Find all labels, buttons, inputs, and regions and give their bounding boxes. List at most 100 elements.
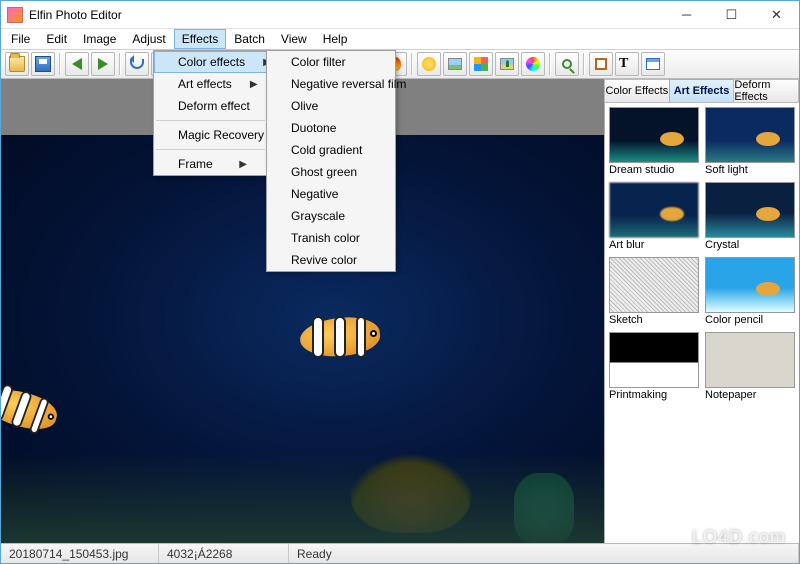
tab-deform-effects[interactable]: Deform Effects	[733, 79, 799, 102]
menu-edit[interactable]: Edit	[38, 29, 75, 49]
text-icon: T	[619, 56, 635, 72]
effects-tabs: Color EffectsArt EffectsDeform Effects	[605, 79, 799, 103]
frame-icon	[595, 58, 607, 70]
submenuitem-color-filter[interactable]: Color filter	[267, 51, 395, 73]
menu-help[interactable]: Help	[315, 29, 356, 49]
submenuitem-ghost-green[interactable]: Ghost green	[267, 161, 395, 183]
tool-undo-button[interactable]	[125, 52, 149, 76]
menuitem-magic-recovery[interactable]: Magic Recovery	[154, 124, 267, 146]
tool-save-button[interactable]	[31, 52, 55, 76]
menuitem-label: Frame	[178, 157, 213, 171]
tab-color-effects[interactable]: Color Effects	[604, 79, 670, 102]
tool-text-button[interactable]: T	[615, 52, 639, 76]
submenuitem-negative-reversal-film[interactable]: Negative reversal film	[267, 73, 395, 95]
arrow-l-icon	[72, 58, 82, 70]
effect-thumb-label: Art blur	[609, 238, 699, 255]
menuitem-label: Magic Recovery	[178, 128, 264, 142]
menuitem-label: Deform effect	[178, 99, 250, 113]
submenu-arrow-icon: ▶	[239, 159, 247, 170]
effect-thumb-image	[705, 182, 795, 238]
tool-arrow-r-button[interactable]	[91, 52, 115, 76]
effect-thumb-art-blur[interactable]: Art blur	[609, 182, 699, 255]
submenuitem-cold-gradient[interactable]: Cold gradient	[267, 139, 395, 161]
effect-thumb-label: Sketch	[609, 313, 699, 330]
menu-view[interactable]: View	[273, 29, 315, 49]
toolbar: T	[1, 49, 799, 79]
effect-thumb-label: Color pencil	[705, 313, 795, 330]
status-state: Ready	[289, 544, 799, 563]
sun-icon	[422, 57, 436, 71]
menu-separator	[156, 120, 265, 121]
effect-thumb-sketch[interactable]: Sketch	[609, 257, 699, 330]
tool-sun-button[interactable]	[417, 52, 441, 76]
submenuitem-grayscale[interactable]: Grayscale	[267, 205, 395, 227]
tab-art-effects[interactable]: Art Effects	[669, 79, 735, 102]
close-button[interactable]: ✕	[754, 1, 799, 29]
menu-effects[interactable]: Effects	[174, 29, 226, 49]
tool-zoom-button[interactable]	[555, 52, 579, 76]
menu-batch[interactable]: Batch	[226, 29, 273, 49]
effect-thumb-label: Printmaking	[609, 388, 699, 405]
effect-thumb-notepaper[interactable]: Notepaper	[705, 332, 795, 405]
effect-thumb-color-pencil[interactable]: Color pencil	[705, 257, 795, 330]
clownfish-graphic	[290, 306, 400, 366]
toolbar-separator	[119, 53, 121, 75]
menu-file[interactable]: File	[3, 29, 38, 49]
submenuitem-tranish-color[interactable]: Tranish color	[267, 227, 395, 249]
toolbar-separator	[411, 53, 413, 75]
effect-thumb-image	[609, 182, 699, 238]
reef-gradient	[1, 453, 604, 543]
submenuitem-revive-color[interactable]: Revive color	[267, 249, 395, 271]
effect-thumb-image	[705, 332, 795, 388]
submenuitem-olive[interactable]: Olive	[267, 95, 395, 117]
workspace: Color EffectsArt EffectsDeform Effects D…	[1, 79, 799, 543]
palm-icon	[500, 58, 514, 70]
menuitem-art-effects[interactable]: Art effects ▶	[154, 73, 267, 95]
effect-thumb-image	[705, 257, 795, 313]
tool-palm-button[interactable]	[495, 52, 519, 76]
arrow-r-icon	[98, 58, 108, 70]
menu-separator	[156, 149, 265, 150]
effect-thumb-label: Dream studio	[609, 163, 699, 180]
statusbar: 20180714_150453.jpg 4032¡Á2268 Ready	[1, 543, 799, 563]
toolbar-separator	[59, 53, 61, 75]
effect-thumb-soft-light[interactable]: Soft light	[705, 107, 795, 180]
effect-thumb-image	[609, 107, 699, 163]
titlebar: Elfin Photo Editor ─ ☐ ✕	[1, 1, 799, 29]
tool-arrow-l-button[interactable]	[65, 52, 89, 76]
undo-icon	[130, 59, 144, 69]
effect-thumb-label: Crystal	[705, 238, 795, 255]
maximize-button[interactable]: ☐	[709, 1, 754, 29]
effect-thumb-printmaking[interactable]: Printmaking	[609, 332, 699, 405]
menuitem-frame[interactable]: Frame ▶	[154, 153, 267, 175]
submenuitem-duotone[interactable]: Duotone	[267, 117, 395, 139]
minimize-button[interactable]: ─	[664, 1, 709, 29]
tool-window-button[interactable]	[641, 52, 665, 76]
submenu-arrow-icon: ▶	[250, 79, 258, 90]
tool-frame-button[interactable]	[589, 52, 613, 76]
window-title: Elfin Photo Editor	[29, 8, 664, 22]
wheel-icon	[526, 57, 540, 71]
effect-thumb-label: Soft light	[705, 163, 795, 180]
app-icon	[7, 7, 23, 23]
effect-thumb-image	[705, 107, 795, 163]
menu-image[interactable]: Image	[75, 29, 124, 49]
tool-open-button[interactable]	[5, 52, 29, 76]
menu-adjust[interactable]: Adjust	[124, 29, 173, 49]
menuitem-deform-effect[interactable]: Deform effect▶	[154, 95, 267, 117]
menubar: FileEditImageAdjustEffectsBatchViewHelp	[1, 29, 799, 49]
effects-menu-popup: Color effects▶Art effects▶Deform effect▶…	[153, 50, 268, 176]
window-controls: ─ ☐ ✕	[664, 1, 799, 29]
tool-photo-button[interactable]	[443, 52, 467, 76]
submenuitem-negative[interactable]: Negative	[267, 183, 395, 205]
clownfish-graphic-2	[1, 367, 82, 452]
tool-wheel-button[interactable]	[521, 52, 545, 76]
effect-thumb-crystal[interactable]: Crystal	[705, 182, 795, 255]
status-dimensions: 4032¡Á2268	[159, 544, 289, 563]
effect-thumb-dream-studio[interactable]: Dream studio	[609, 107, 699, 180]
toolbar-separator	[549, 53, 551, 75]
effect-thumb-label: Notepaper	[705, 388, 795, 405]
menuitem-color-effects[interactable]: Color effects▶	[154, 51, 267, 73]
tool-grid-button[interactable]	[469, 52, 493, 76]
menuitem-label: Art effects	[178, 77, 232, 91]
